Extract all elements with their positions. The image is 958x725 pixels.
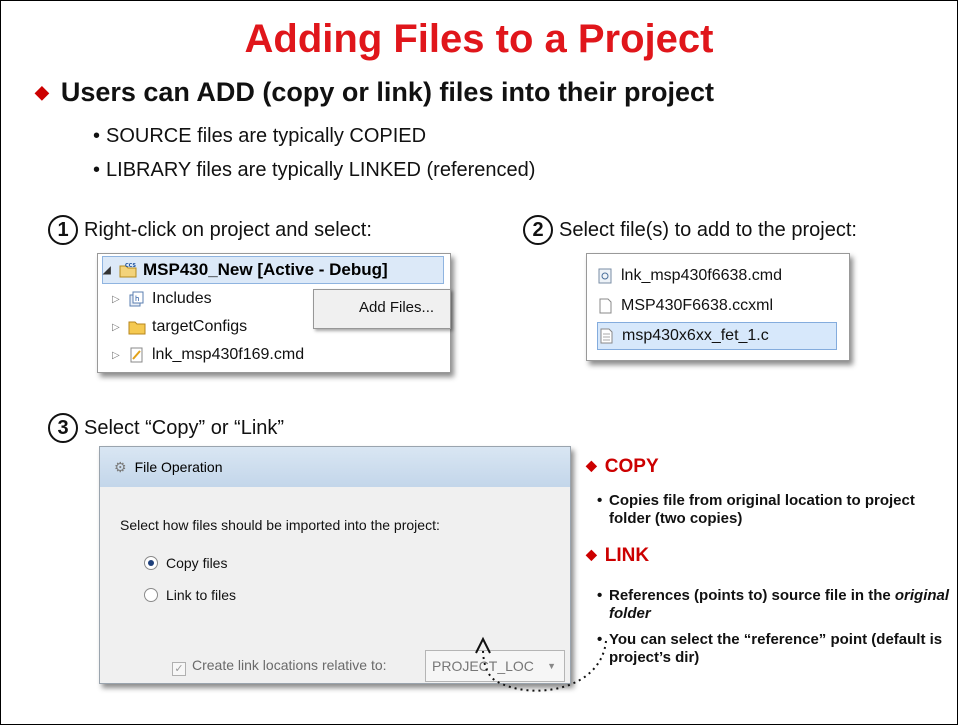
radio-unselected-icon[interactable] <box>144 588 158 602</box>
collapsed-triangle-icon[interactable]: ▷ <box>112 322 122 333</box>
diamond-bullet-icon: ◆ <box>35 82 49 102</box>
svg-text:CCS: CCS <box>125 263 136 269</box>
step-1: 1 Right-click on project and select: <box>48 215 372 245</box>
sub-bullet-source: • SOURCE files are typically COPIED <box>93 125 427 147</box>
step-text: Select “Copy” or “Link” <box>84 416 285 439</box>
menu-item-add-files[interactable]: Add Files... <box>359 299 434 316</box>
copy-heading: ◆ COPY <box>586 456 659 477</box>
dialog-titlebar: ⚙ File Operation <box>100 447 570 488</box>
main-bullet-text: Users can ADD (copy or link) files into … <box>60 77 714 107</box>
svg-text:h: h <box>135 295 139 303</box>
sub-bullet-library: • LIBRARY files are typically LINKED (ref… <box>93 159 536 181</box>
copy-files-radio[interactable]: Copy files <box>144 555 227 571</box>
file-item[interactable]: MSP430F6638.ccxml <box>597 292 837 320</box>
diamond-bullet-icon: ◆ <box>586 457 597 473</box>
ccs-project-folder-icon: CCS <box>119 263 137 278</box>
collapsed-triangle-icon[interactable]: ▷ <box>112 294 122 305</box>
link-bullet-references: • References (points to) source file in t… <box>597 587 950 622</box>
page-title: Adding Files to a Project <box>244 17 714 61</box>
tree-item-includes[interactable]: ▷ h Includes <box>112 290 212 308</box>
dotted-arrow-icon <box>475 636 607 692</box>
create-link-checkbox[interactable]: ✓ Create link locations relative to: <box>172 657 387 676</box>
project-explorer: ◢ CCS MSP430_New [Active - Debug] ▷ h In… <box>97 253 451 373</box>
step-3: 3 Select “Copy” or “Link” <box>48 413 284 443</box>
cmd-file-icon <box>598 268 612 284</box>
linker-file-icon <box>130 347 143 363</box>
document-icon <box>599 298 612 314</box>
collapsed-triangle-icon[interactable]: ▷ <box>112 350 122 361</box>
text-file-icon <box>600 328 613 344</box>
dialog-title: File Operation <box>134 459 223 475</box>
checkbox-checked-icon[interactable]: ✓ <box>172 662 186 676</box>
context-menu: Add Files... <box>313 289 451 329</box>
includes-icon: h <box>129 291 144 307</box>
file-list-panel: lnk_msp430f6638.cmd MSP430F6638.ccxml ms… <box>586 253 850 361</box>
ccs-gear-icon: ⚙ <box>114 458 127 475</box>
dialog-prompt: Select how files should be imported into… <box>120 517 440 533</box>
tree-item-cmd-file[interactable]: ▷ lnk_msp430f169.cmd <box>112 346 304 364</box>
link-bullet-reference-point: • You can select the “reference” point (d… <box>597 631 943 666</box>
slide: Adding Files to a Project ◆ Users can ADD… <box>0 0 958 725</box>
step-number: 3 <box>48 413 78 443</box>
step-number: 1 <box>48 215 78 245</box>
link-files-radio[interactable]: Link to files <box>144 587 236 603</box>
project-name: MSP430_New [Active - Debug] <box>143 260 388 279</box>
expanded-triangle-icon[interactable]: ◢ <box>103 265 113 276</box>
copy-bullet: • Copies file from original location to p… <box>597 492 915 527</box>
radio-selected-icon[interactable] <box>144 556 158 570</box>
tree-item-targetconfigs[interactable]: ▷ targetConfigs <box>112 318 247 336</box>
file-item[interactable]: lnk_msp430f6638.cmd <box>597 262 837 290</box>
tree-project-row[interactable]: ◢ CCS MSP430_New [Active - Debug] <box>102 256 444 284</box>
diamond-bullet-icon: ◆ <box>586 546 597 562</box>
main-bullet: ◆ Users can ADD (copy or link) files into… <box>35 77 714 108</box>
step-text: Right-click on project and select: <box>84 218 372 241</box>
link-heading: ◆ LINK <box>586 545 650 566</box>
file-item-selected[interactable]: msp430x6xx_fet_1.c <box>597 322 837 350</box>
step-number: 2 <box>523 215 553 245</box>
folder-icon <box>128 321 146 335</box>
step-2: 2 Select file(s) to add to the project: <box>523 215 857 245</box>
step-text: Select file(s) to add to the project: <box>559 218 857 241</box>
